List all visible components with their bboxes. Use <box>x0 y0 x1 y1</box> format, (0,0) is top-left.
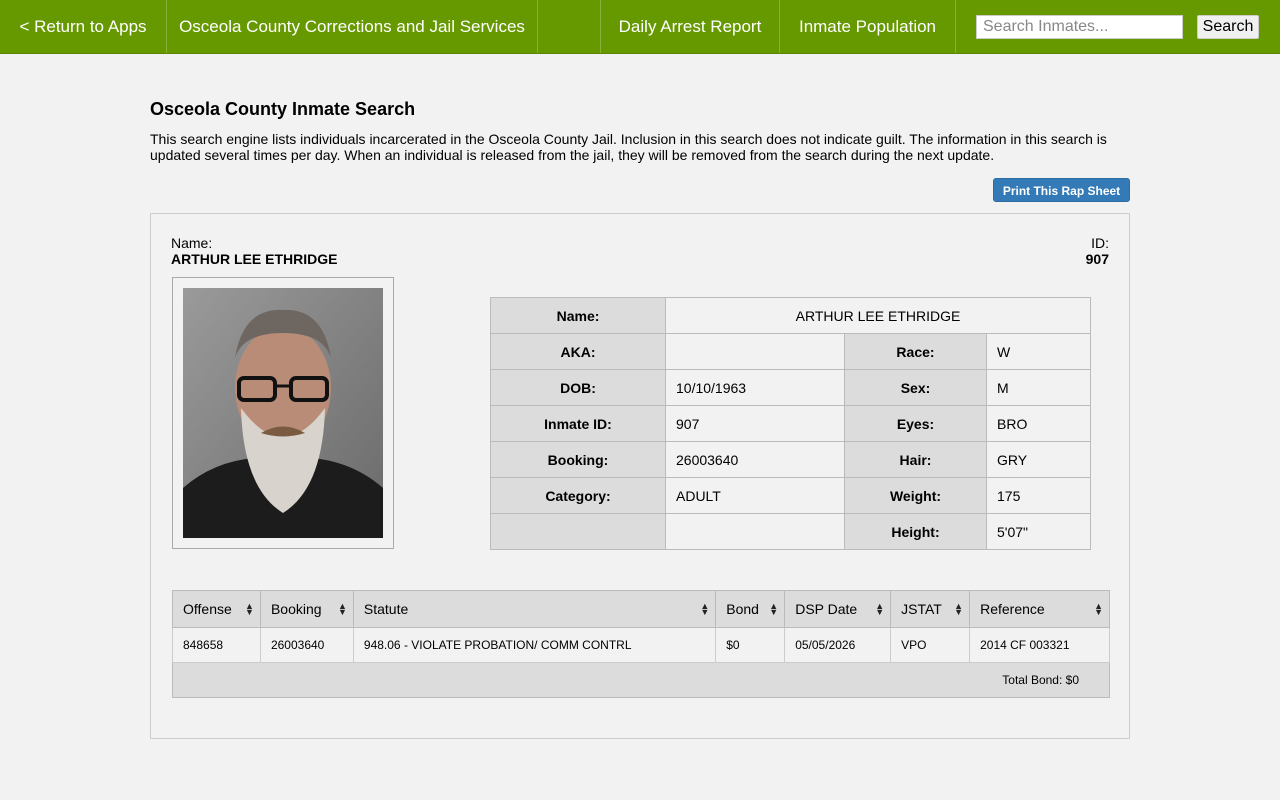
cell-jstat: VPO <box>890 627 971 663</box>
detail-label-empty <box>490 513 666 550</box>
detail-hair: GRY <box>986 441 1091 478</box>
column-header-label: Offense <box>183 601 232 617</box>
detail-eyes: BRO <box>986 405 1091 442</box>
column-header-label: Booking <box>270 601 322 617</box>
sort-icon: ▲ ▼ <box>954 601 964 617</box>
page-title: Osceola County Inmate Search <box>150 99 416 119</box>
detail-label: Sex: <box>844 369 987 406</box>
site-title-link[interactable]: Osceola County Corrections and Jail Serv… <box>167 0 537 53</box>
id-label: ID: <box>1091 235 1109 251</box>
nav-divider <box>955 0 956 53</box>
column-header-label: Bond <box>726 601 759 617</box>
mugshot-photo <box>183 288 383 538</box>
nav-divider <box>537 0 538 53</box>
print-rap-sheet-button[interactable]: Print This Rap Sheet <box>993 178 1130 202</box>
detail-weight: 175 <box>986 477 1091 514</box>
total-bond: Total Bond: $0 <box>172 662 1110 698</box>
detail-empty <box>665 513 845 550</box>
search-inmates-input[interactable] <box>976 15 1183 39</box>
table-row: 848658 26003640 948.06 - VIOLATE PROBATI… <box>172 627 1110 663</box>
detail-label: Inmate ID: <box>490 405 666 442</box>
sort-icon: ▲ ▼ <box>700 601 710 617</box>
detail-label: Hair: <box>844 441 987 478</box>
daily-arrest-report-link[interactable]: Daily Arrest Report <box>601 0 779 53</box>
intro-text: This search engine lists individuals inc… <box>150 131 1107 163</box>
search-button[interactable]: Search <box>1197 15 1259 39</box>
column-header-booking[interactable]: Booking ▲ ▼ <box>259 590 354 628</box>
table-footer-row: Total Bond: $0 <box>172 662 1110 698</box>
sort-icon: ▲ ▼ <box>875 601 885 617</box>
detail-label: Weight: <box>844 477 987 514</box>
mugshot-frame <box>172 277 394 549</box>
detail-booking: 26003640 <box>665 441 845 478</box>
return-to-apps-link[interactable]: < Return to Apps <box>0 0 166 53</box>
name-label: Name: <box>171 235 213 251</box>
inmate-id: 907 <box>1085 251 1109 267</box>
column-header-label: JSTAT <box>901 601 942 617</box>
top-nav: < Return to Apps Osceola County Correcti… <box>0 0 1280 54</box>
cell-booking: 26003640 <box>259 627 354 663</box>
sort-icon: ▲ ▼ <box>245 601 254 617</box>
detail-name: ARTHUR LEE ETHRIDGE <box>665 297 1091 334</box>
column-header-dsp-date[interactable]: DSP Date ▲ ▼ <box>784 590 892 628</box>
detail-height: 5'07" <box>986 513 1091 550</box>
detail-dob: 10/10/1963 <box>665 369 845 406</box>
sort-icon: ▲ ▼ <box>1094 601 1103 617</box>
column-header-bond[interactable]: Bond ▲ ▼ <box>715 590 786 628</box>
cell-dsp-date: 05/05/2026 <box>784 627 892 663</box>
cell-offense: 848658 <box>172 627 261 663</box>
detail-label: DOB: <box>490 369 666 406</box>
cell-bond: $0 <box>715 627 786 663</box>
detail-aka <box>665 333 845 370</box>
detail-label: Eyes: <box>844 405 987 442</box>
detail-sex: M <box>986 369 1091 406</box>
detail-label: Height: <box>844 513 987 550</box>
inmate-population-link[interactable]: Inmate Population <box>780 0 955 53</box>
detail-category: ADULT <box>665 477 845 514</box>
column-header-label: Statute <box>363 601 409 617</box>
column-header-statute[interactable]: Statute ▲ ▼ <box>352 590 717 628</box>
inmate-name: ARTHUR LEE ETHRIDGE <box>171 251 338 267</box>
detail-label: AKA: <box>490 333 666 370</box>
inmate-details-table: Name: ARTHUR LEE ETHRIDGE AKA: Race: W D… <box>490 297 1091 550</box>
offenses-table: Offense ▲ ▼ Booking ▲ ▼ Statute ▲ ▼ Bond ▲ ▼ DSP… <box>172 590 1110 698</box>
cell-reference: 2014 CF 003321 <box>969 627 1110 663</box>
sort-icon: ▲ ▼ <box>337 601 347 617</box>
detail-race: W <box>986 333 1091 370</box>
column-header-offense[interactable]: Offense ▲ ▼ <box>172 590 261 628</box>
detail-label: Race: <box>844 333 987 370</box>
column-header-label: DSP Date <box>795 601 858 617</box>
detail-inmate-id: 907 <box>665 405 845 442</box>
column-header-reference[interactable]: Reference ▲ ▼ <box>969 590 1110 628</box>
detail-label: Name: <box>490 297 666 334</box>
cell-statute: 948.06 - VIOLATE PROBATION/ COMM CONTRL <box>352 627 717 663</box>
column-header-jstat[interactable]: JSTAT ▲ ▼ <box>890 590 971 628</box>
detail-label: Booking: <box>490 441 666 478</box>
sort-icon: ▲ ▼ <box>769 601 779 617</box>
inmate-panel: Name: ARTHUR LEE ETHRIDGE ID: 907 Name: … <box>150 213 1130 739</box>
detail-label: Category: <box>490 477 666 514</box>
column-header-label: Reference <box>980 601 1045 617</box>
